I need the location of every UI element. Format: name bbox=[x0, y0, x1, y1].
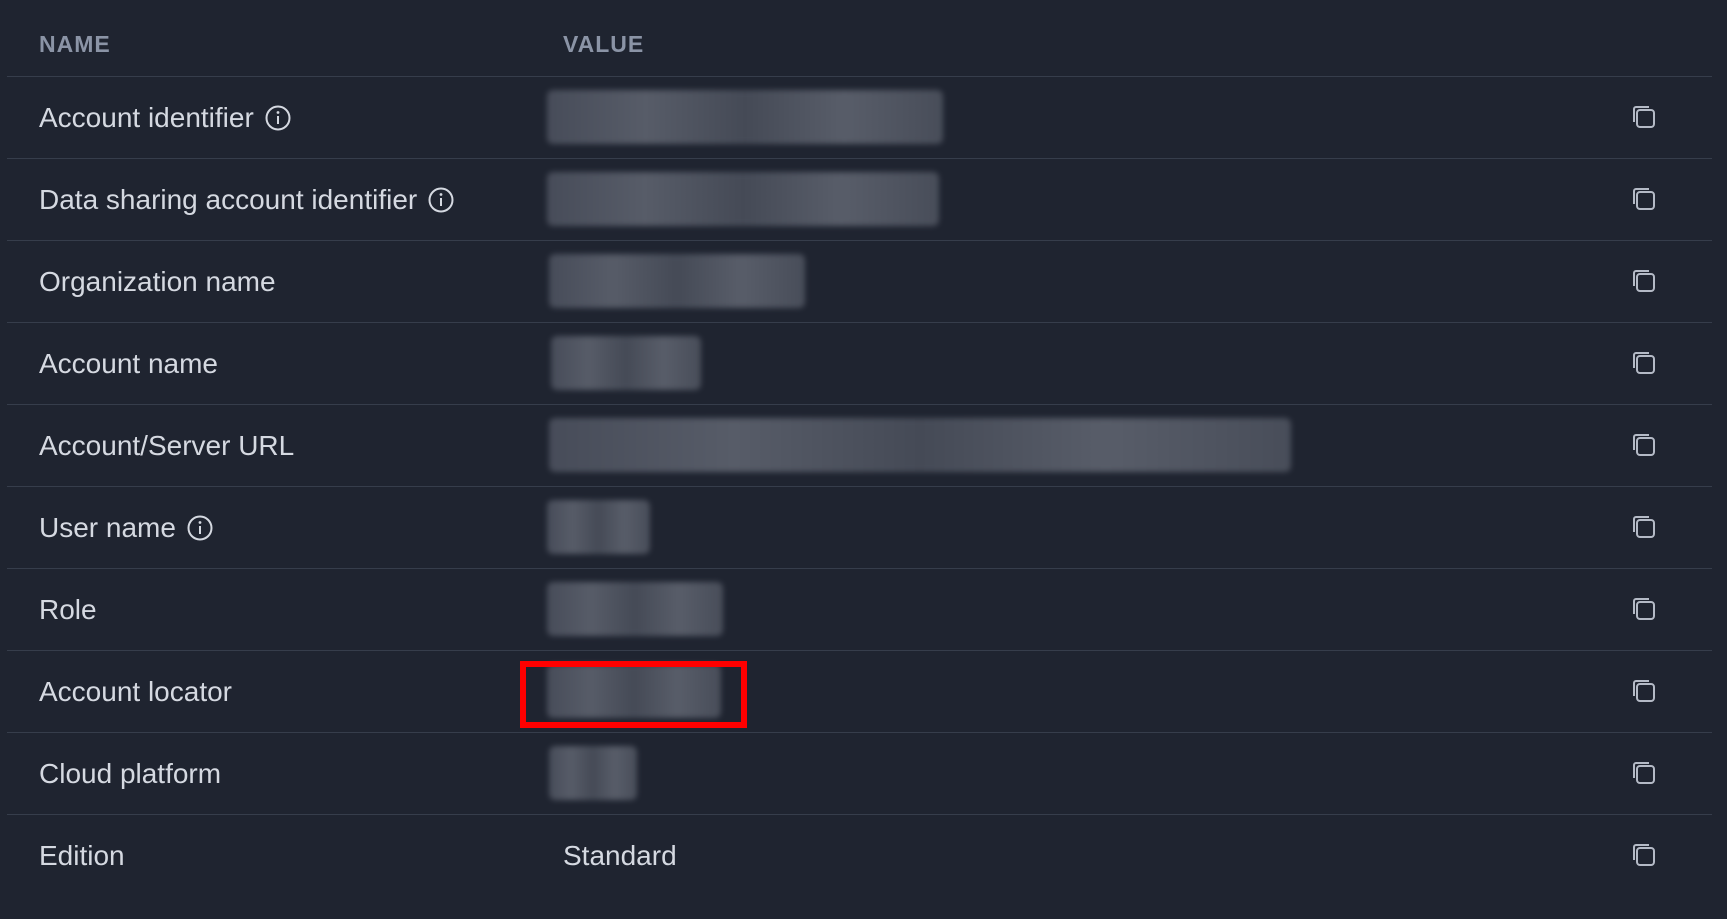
table-header: NAME VALUE bbox=[7, 0, 1712, 77]
copy-icon[interactable] bbox=[1630, 841, 1658, 869]
account-details-panel: NAME VALUE Account identifier Data shari… bbox=[0, 0, 1727, 919]
table-row: User name bbox=[7, 487, 1712, 569]
redacted-value bbox=[547, 582, 723, 636]
account-details-table: NAME VALUE Account identifier Data shari… bbox=[7, 0, 1712, 896]
copy-icon[interactable] bbox=[1630, 677, 1658, 705]
name-column-header: NAME bbox=[39, 31, 111, 57]
copy-icon[interactable] bbox=[1630, 185, 1658, 213]
row-name: User name bbox=[39, 511, 176, 543]
table-row: Account locator bbox=[7, 651, 1712, 733]
table-row: Data sharing account identifier bbox=[7, 159, 1712, 241]
redacted-value bbox=[551, 336, 701, 390]
copy-icon[interactable] bbox=[1630, 267, 1658, 295]
info-circle-icon[interactable] bbox=[265, 105, 291, 131]
copy-icon[interactable] bbox=[1630, 595, 1658, 623]
table-row: Organization name bbox=[7, 241, 1712, 323]
row-name: Account name bbox=[39, 347, 218, 379]
row-name: Role bbox=[39, 593, 97, 625]
table-row: Cloud platform bbox=[7, 733, 1712, 815]
redacted-value bbox=[547, 500, 650, 554]
table-row: Edition Standard bbox=[7, 815, 1712, 896]
redacted-value bbox=[547, 172, 939, 226]
redacted-value bbox=[549, 418, 1291, 472]
row-name: Cloud platform bbox=[39, 757, 222, 789]
info-circle-icon[interactable] bbox=[428, 187, 454, 213]
row-name: Organization name bbox=[39, 265, 276, 297]
row-name: Account locator bbox=[39, 675, 232, 707]
row-name: Account identifier bbox=[39, 101, 254, 133]
highlight-box bbox=[520, 661, 747, 728]
table-row: Account name bbox=[7, 323, 1712, 405]
row-name: Account/Server URL bbox=[39, 429, 295, 461]
copy-icon[interactable] bbox=[1630, 759, 1658, 787]
redacted-value bbox=[549, 746, 637, 800]
copy-icon[interactable] bbox=[1630, 513, 1658, 541]
row-value: Standard bbox=[563, 839, 677, 871]
redacted-value bbox=[547, 90, 943, 144]
copy-icon[interactable] bbox=[1630, 431, 1658, 459]
table-row: Account/Server URL bbox=[7, 405, 1712, 487]
info-circle-icon[interactable] bbox=[187, 515, 213, 541]
table-row: Account identifier bbox=[7, 77, 1712, 159]
redacted-value bbox=[549, 254, 805, 308]
row-name: Data sharing account identifier bbox=[39, 183, 418, 215]
copy-icon[interactable] bbox=[1630, 103, 1658, 131]
row-name: Edition bbox=[39, 839, 125, 871]
value-column-header: VALUE bbox=[563, 31, 645, 57]
table-row: Role bbox=[7, 569, 1712, 651]
copy-icon[interactable] bbox=[1630, 349, 1658, 377]
